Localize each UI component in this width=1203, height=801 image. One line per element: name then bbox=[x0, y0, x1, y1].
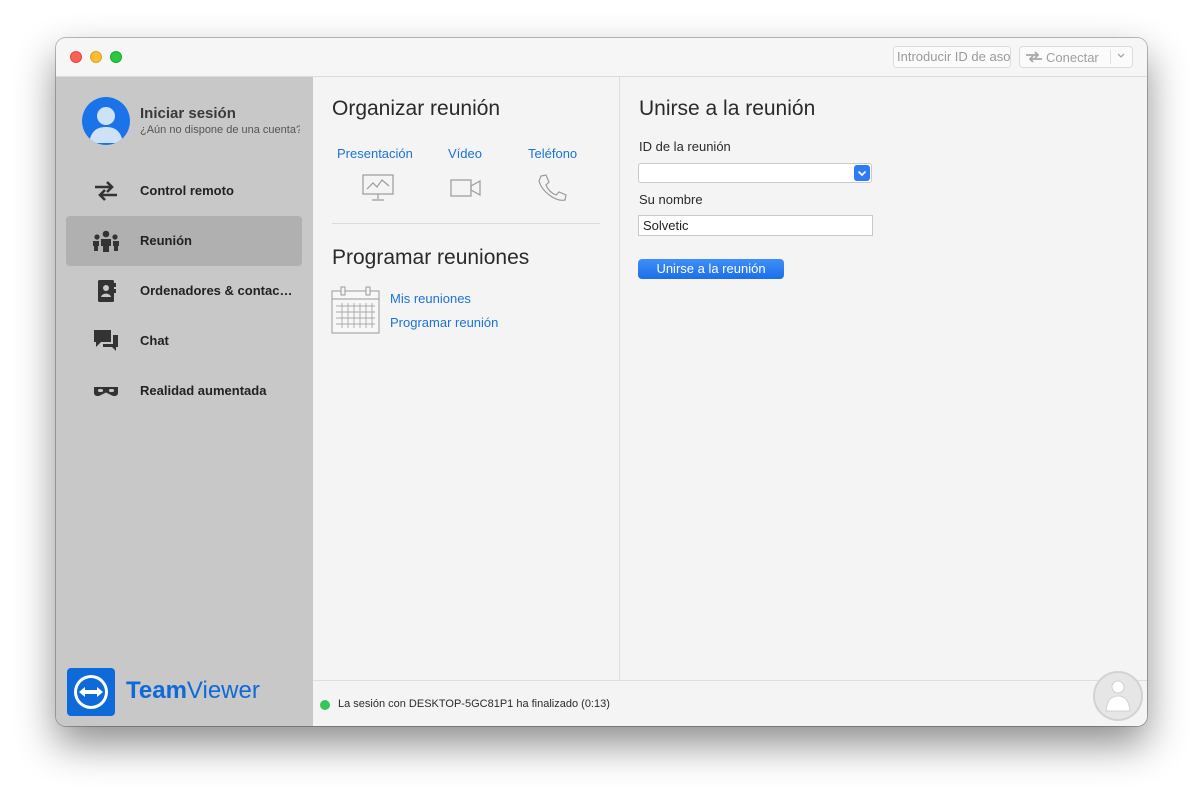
presentation-link[interactable]: Presentación bbox=[337, 146, 413, 161]
sidebar-item-label: Control remoto bbox=[140, 183, 234, 198]
sidebar-item-reunion[interactable]: Reunión bbox=[66, 216, 302, 266]
sidebar-item-ordenadores-contactos[interactable]: Ordenadores & contactos bbox=[66, 266, 302, 316]
meeting-id-combobox[interactable] bbox=[638, 163, 872, 183]
chat-bubbles-icon bbox=[94, 330, 118, 351]
connect-label: Conectar bbox=[1046, 50, 1099, 65]
sidebar-item-realidad-aumentada[interactable]: Realidad aumentada bbox=[66, 366, 302, 416]
teamviewer-arrows-icon bbox=[74, 675, 108, 709]
schedule-title: Programar reuniones bbox=[332, 246, 530, 269]
sidebar-item-chat[interactable]: Chat bbox=[66, 316, 302, 366]
sidebar-item-label: Chat bbox=[140, 333, 169, 348]
chevron-down-icon bbox=[857, 170, 867, 177]
connect-button[interactable]: Conectar bbox=[1019, 46, 1133, 68]
arrows-swap-icon bbox=[1026, 51, 1042, 63]
brand-wordmark-bold: Team bbox=[126, 677, 187, 704]
meeting-id-label: ID de la reunión bbox=[639, 139, 731, 154]
contacts-book-icon bbox=[98, 280, 116, 302]
phone-link[interactable]: Teléfono bbox=[528, 146, 577, 161]
meeting-id-dropdown-button[interactable] bbox=[854, 165, 870, 181]
video-camera-icon[interactable] bbox=[450, 178, 482, 198]
my-meetings-link[interactable]: Mis reuniones bbox=[390, 291, 471, 306]
video-link[interactable]: Vídeo bbox=[448, 146, 482, 161]
brand-wordmark: TeamViewer bbox=[126, 677, 260, 705]
avatar[interactable] bbox=[82, 97, 130, 145]
signin-subtitle[interactable]: ¿Aún no dispone de una cuenta? bbox=[140, 124, 300, 136]
user-icon bbox=[89, 107, 123, 143]
brand-wordmark-light: Viewer bbox=[186, 677, 260, 704]
watermark-logo bbox=[1093, 671, 1143, 721]
close-window-button[interactable] bbox=[70, 51, 82, 63]
zoom-window-button[interactable] bbox=[110, 51, 122, 63]
signin-title[interactable]: Iniciar sesión bbox=[140, 105, 236, 122]
presentation-icon[interactable] bbox=[361, 174, 395, 202]
sidebar-item-label: Realidad aumentada bbox=[140, 383, 267, 398]
your-name-label: Su nombre bbox=[639, 192, 703, 207]
calendar-icon bbox=[331, 286, 380, 334]
organize-title: Organizar reunión bbox=[332, 97, 501, 120]
join-title: Unirse a la reunión bbox=[639, 97, 816, 120]
partner-id-input[interactable]: Introducir ID de asociado bbox=[893, 46, 1011, 68]
phone-icon[interactable] bbox=[536, 173, 568, 203]
section-divider bbox=[332, 223, 600, 224]
schedule-meeting-link[interactable]: Programar reunión bbox=[390, 315, 498, 330]
teamviewer-window: Introducir ID de asociado Conectar Inici… bbox=[56, 38, 1147, 726]
sidebar: Iniciar sesión ¿Aún no dispone de una cu… bbox=[56, 77, 313, 726]
sidebar-item-label: Ordenadores & contactos bbox=[140, 283, 295, 298]
connect-separator bbox=[1110, 50, 1111, 64]
ar-glasses-icon bbox=[94, 387, 118, 397]
status-indicator bbox=[320, 700, 330, 710]
your-name-field[interactable]: Solvetic bbox=[638, 215, 873, 236]
status-bar: La sesión con DESKTOP-5GC81P1 ha finaliz… bbox=[313, 680, 1147, 726]
chevron-down-icon[interactable] bbox=[1116, 52, 1126, 60]
teamviewer-logo-icon bbox=[67, 668, 115, 716]
status-text: La sesión con DESKTOP-5GC81P1 ha finaliz… bbox=[338, 698, 610, 710]
join-panel: Unirse a la reunión ID de la reunión Su … bbox=[620, 77, 1147, 680]
meeting-people-icon bbox=[93, 230, 119, 252]
title-bar: Introducir ID de asociado Conectar bbox=[56, 38, 1147, 77]
sidebar-item-label: Reunión bbox=[140, 233, 192, 248]
person-icon bbox=[1105, 680, 1131, 712]
arrows-swap-icon bbox=[95, 181, 117, 201]
sidebar-item-control-remoto[interactable]: Control remoto bbox=[66, 166, 302, 216]
minimize-window-button[interactable] bbox=[90, 51, 102, 63]
join-meeting-button[interactable]: Unirse a la reunión bbox=[638, 259, 784, 279]
organize-panel: Organizar reunión Presentación Vídeo Tel… bbox=[313, 77, 620, 680]
